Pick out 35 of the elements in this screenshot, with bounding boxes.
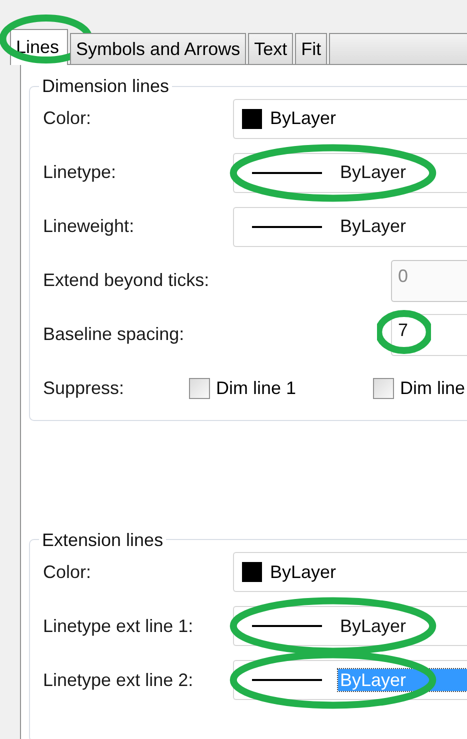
color-dropdown[interactable]: ByLayer <box>233 98 467 138</box>
line-sample-icon <box>252 679 322 681</box>
line-sample-icon <box>252 625 322 627</box>
line-sample-icon <box>252 226 322 228</box>
field-label: Extend beyond ticks: <box>43 269 210 292</box>
color-swatch-icon <box>242 108 262 128</box>
field-label: Suppress: <box>43 377 126 400</box>
field-label: Baseline spacing: <box>43 323 186 346</box>
color-swatch-icon <box>242 562 262 582</box>
field-label: Linetype: <box>43 161 118 184</box>
field-label: Color: <box>43 107 92 130</box>
tab[interactable]: Text <box>248 33 294 64</box>
field-value: 7 <box>398 318 408 341</box>
dropdown-value: ByLayer <box>339 215 408 238</box>
tab[interactable]: Symbols and Arrows <box>70 33 246 64</box>
field-label: Linetype ext line 1: <box>43 614 194 638</box>
tab[interactable]: Fit <box>295 33 328 64</box>
dropdown-value: ByLayer <box>339 614 408 638</box>
group-title: Extension lines <box>41 528 164 551</box>
group-title: Dimension lines <box>41 75 170 98</box>
dropdown-value: ByLayer <box>338 668 467 692</box>
field-label: Lineweight: <box>43 215 136 238</box>
checkbox-option[interactable]: Dim line 1 <box>189 377 373 400</box>
color-dropdown[interactable]: ByLayer <box>233 552 467 592</box>
line-sample-icon <box>252 172 322 174</box>
dropdown-value: ByLayer <box>339 161 408 184</box>
field-label: Color: <box>43 560 92 584</box>
checkbox[interactable] <box>189 378 210 399</box>
field-value: 0 <box>398 264 408 287</box>
checkbox-option[interactable]: Dim line <box>373 377 467 400</box>
dropdown-value: ByLayer <box>270 107 336 130</box>
dropdown-value: ByLayer <box>270 560 336 584</box>
linetype-dropdown[interactable]: ByLayer <box>233 206 467 246</box>
checkbox[interactable] <box>373 378 394 399</box>
field-label: Linetype ext line 2: <box>43 668 194 692</box>
